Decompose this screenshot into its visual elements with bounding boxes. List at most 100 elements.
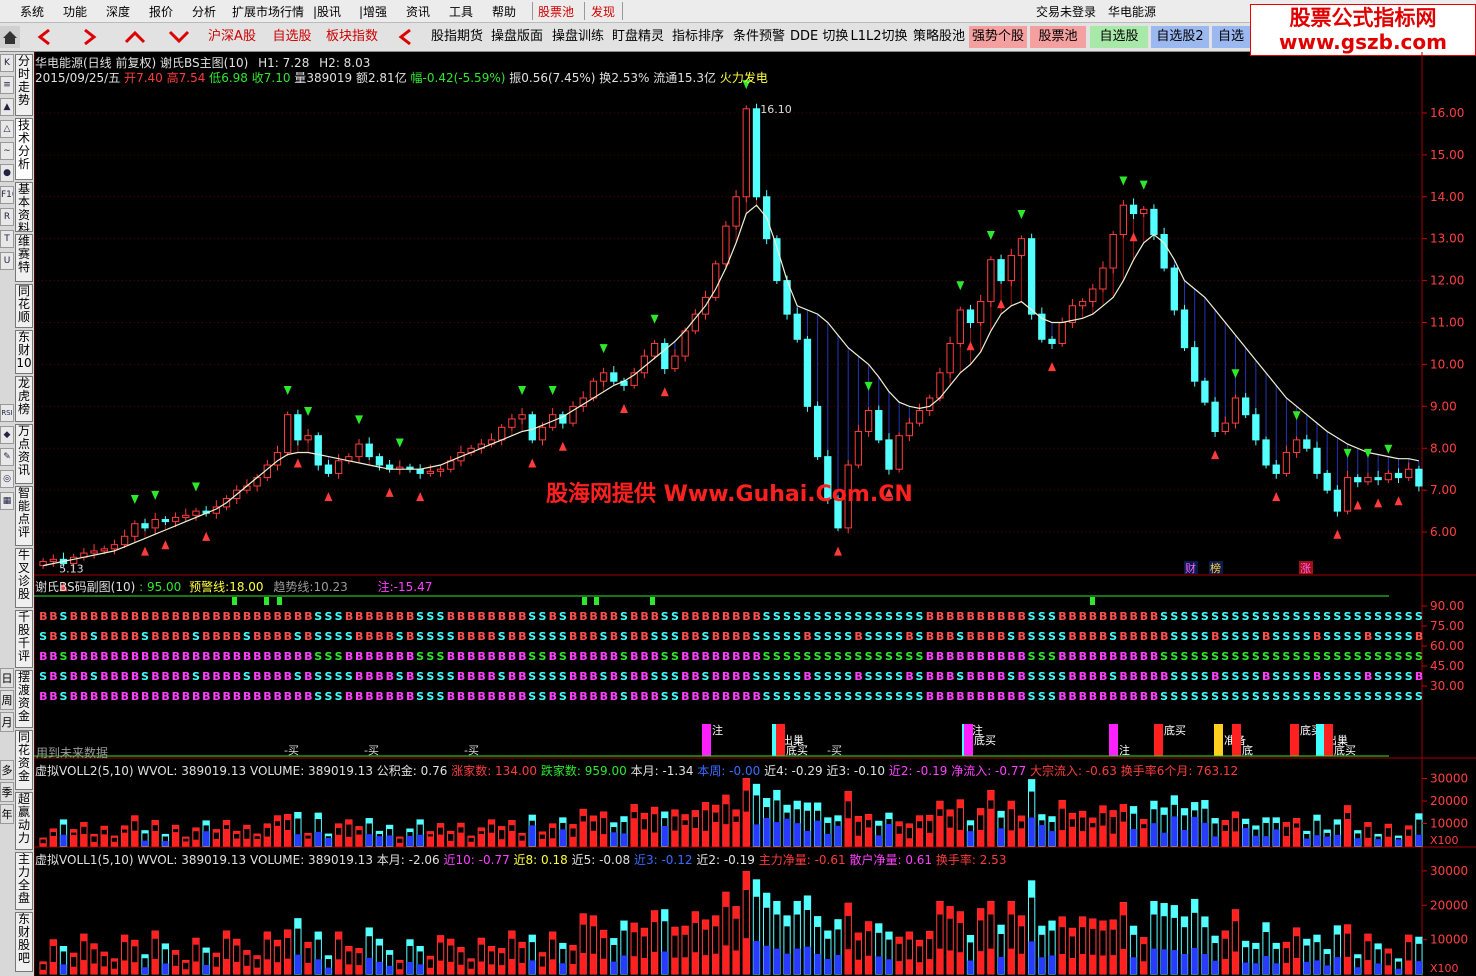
menu-analysis[interactable]: 分析 bbox=[192, 3, 216, 20]
tab-smart-review[interactable]: 智能点评 bbox=[15, 486, 33, 546]
menu-tools[interactable]: 工具 bbox=[449, 3, 473, 20]
menu-function[interactable]: 功能 bbox=[63, 3, 87, 20]
menu-stock-news[interactable]: |股讯 bbox=[313, 3, 341, 20]
period-day[interactable]: 日 bbox=[0, 668, 14, 688]
bs-code: S bbox=[335, 630, 343, 643]
volume-inner-bar bbox=[987, 808, 995, 846]
period-week[interactable]: 周 bbox=[0, 690, 14, 710]
period-multi[interactable]: 多 bbox=[0, 760, 14, 780]
btn-condition-alert[interactable]: 条件预警 bbox=[730, 26, 788, 48]
menu-stock-pool[interactable]: 股票池 bbox=[538, 3, 574, 20]
tab-ferry-funds[interactable]: 摆渡资金 bbox=[15, 670, 33, 728]
prev-page-icon[interactable] bbox=[393, 26, 419, 48]
r-icon[interactable]: R bbox=[0, 208, 14, 226]
btn-watchlist-1[interactable]: 自选股 bbox=[1090, 26, 1148, 48]
volume-top-bar bbox=[1038, 926, 1045, 935]
tab-technical[interactable]: 技术分析 bbox=[15, 118, 33, 180]
wave-icon[interactable]: ∼ bbox=[0, 142, 14, 160]
volume-inner-bar bbox=[1079, 831, 1086, 846]
f10-icon[interactable]: F10 bbox=[0, 186, 14, 204]
list-icon[interactable]: ≡ bbox=[0, 76, 14, 94]
tab-main-force[interactable]: 主力全盘 bbox=[15, 852, 33, 910]
login-status[interactable]: 交易未登录 bbox=[1036, 3, 1096, 20]
btn-monitor-wizard[interactable]: 盯盘精灵 bbox=[609, 26, 667, 48]
menu-extended-market[interactable]: 扩展市场行情 bbox=[232, 3, 304, 20]
dot-icon[interactable]: ● bbox=[0, 164, 14, 182]
menu-enhance[interactable]: |增强 bbox=[359, 3, 387, 20]
btn-trading-practice[interactable]: 操盘训练 bbox=[549, 26, 607, 48]
volume-inner-bar bbox=[1150, 823, 1158, 846]
menu-depth[interactable]: 深度 bbox=[106, 3, 130, 20]
menu-help[interactable]: 帮助 bbox=[492, 3, 516, 20]
forward-icon[interactable] bbox=[76, 26, 102, 48]
btn-index-futures[interactable]: 股指期货 bbox=[428, 26, 486, 48]
volume-inner-bar bbox=[1191, 816, 1198, 846]
period-month[interactable]: 月 bbox=[0, 712, 14, 732]
triangle-icon[interactable]: ▲ bbox=[0, 98, 14, 116]
menu-system[interactable]: 系统 bbox=[20, 3, 44, 20]
pencil-icon[interactable]: ✎ bbox=[0, 448, 14, 466]
u-icon[interactable]: U bbox=[0, 252, 14, 270]
outline-triangle-icon[interactable]: △ bbox=[0, 120, 14, 138]
tab-wandian-news[interactable]: 万点资讯 bbox=[15, 424, 33, 484]
volume-top-bar bbox=[253, 834, 261, 837]
up-icon[interactable] bbox=[122, 26, 148, 48]
kline-chart[interactable]: 16.105.13 财榜涨 BBSBBBBBBBBBBBBBBBBBBBBBBBB… bbox=[34, 52, 1476, 976]
tab-dongcai-forum[interactable]: 东财股吧 bbox=[15, 912, 33, 972]
tab-tonghuashun[interactable]: 同花顺 bbox=[15, 284, 33, 328]
circle-icon[interactable]: ◎ bbox=[0, 470, 14, 488]
btn-strong-stocks[interactable]: 强势个股 bbox=[969, 26, 1027, 48]
down-icon[interactable] bbox=[166, 26, 192, 48]
tab-tonghua-funds[interactable]: 同花资金 bbox=[15, 730, 33, 790]
btn-sector-index[interactable]: 板块指数 bbox=[322, 26, 382, 48]
volume-inner-bar bbox=[569, 836, 577, 846]
bs-code: B bbox=[70, 670, 78, 683]
tab-niucha-diagnosis[interactable]: 牛叉诊股 bbox=[15, 548, 33, 608]
t-icon[interactable]: T bbox=[0, 230, 14, 248]
volume-top-bar bbox=[60, 819, 67, 825]
sub3-n8: 近8: 0.18 bbox=[513, 853, 568, 867]
btn-watchlist[interactable]: 自选股 bbox=[268, 26, 316, 48]
rsi-icon[interactable]: RSI bbox=[0, 404, 14, 422]
btn-stock-pool[interactable]: 股票池 bbox=[1030, 26, 1086, 48]
bs-code: S bbox=[1293, 670, 1301, 683]
menu-info[interactable]: 资讯 bbox=[406, 3, 430, 20]
period-season[interactable]: 季 bbox=[0, 782, 14, 802]
btn-indicator-sort[interactable]: 指标排序 bbox=[669, 26, 727, 48]
candle-body bbox=[1415, 468, 1423, 487]
menu-quote[interactable]: 报价 bbox=[149, 3, 173, 20]
chart-title-text: 华电能源(日线 前复权) 谢氏BS主图(10) bbox=[35, 56, 249, 70]
btn-trading-layout[interactable]: 操盘版面 bbox=[488, 26, 546, 48]
btn-shanghai-shenzhen-a[interactable]: 沪深A股 bbox=[205, 26, 259, 48]
diamond-icon[interactable]: ◆ bbox=[0, 426, 14, 444]
bs-code: S bbox=[1058, 670, 1066, 683]
volume-top-bar bbox=[1099, 805, 1107, 814]
btn-l1l2-switch[interactable]: L1L2切换 bbox=[850, 26, 908, 48]
tab-fundamentals[interactable]: 基本资料 bbox=[15, 182, 33, 232]
tab-intraday[interactable]: 分时走势 bbox=[15, 54, 33, 116]
home-icon[interactable] bbox=[0, 26, 20, 48]
tab-dragon-tiger[interactable]: 龙虎榜 bbox=[15, 376, 33, 422]
btn-strategy-pool[interactable]: 策略股池 bbox=[910, 26, 968, 48]
sub1-trend-label: 趋势线: bbox=[273, 580, 314, 594]
tab-stock-review[interactable]: 千股千评 bbox=[15, 610, 33, 668]
back-icon[interactable] bbox=[32, 26, 58, 48]
bs-code: B bbox=[365, 670, 373, 683]
bs-code: S bbox=[1191, 670, 1199, 683]
candle-body bbox=[131, 523, 139, 537]
menu-discover[interactable]: 发现 bbox=[591, 3, 615, 20]
period-year[interactable]: 年 bbox=[0, 804, 14, 824]
bs-code: B bbox=[172, 690, 180, 703]
bs-code: S bbox=[447, 630, 455, 643]
bs-code: B bbox=[1150, 650, 1158, 663]
btn-watchlist-3[interactable]: 自选 bbox=[1212, 26, 1250, 48]
btn-dde-switch[interactable]: DDE 切换 bbox=[790, 26, 848, 48]
tab-weisaite[interactable]: 维赛特 bbox=[15, 234, 33, 282]
grid-icon[interactable]: ▦ bbox=[0, 492, 14, 510]
tab-dongcai10[interactable]: 东财10 bbox=[15, 330, 33, 374]
tab-super-power[interactable]: 超赢动力 bbox=[15, 792, 33, 850]
kline-icon[interactable]: K bbox=[0, 54, 14, 72]
volume-inner-bar bbox=[1089, 954, 1096, 974]
btn-watchlist-2[interactable]: 自选股2 bbox=[1151, 26, 1209, 48]
volume-inner-bar bbox=[1018, 953, 1025, 974]
